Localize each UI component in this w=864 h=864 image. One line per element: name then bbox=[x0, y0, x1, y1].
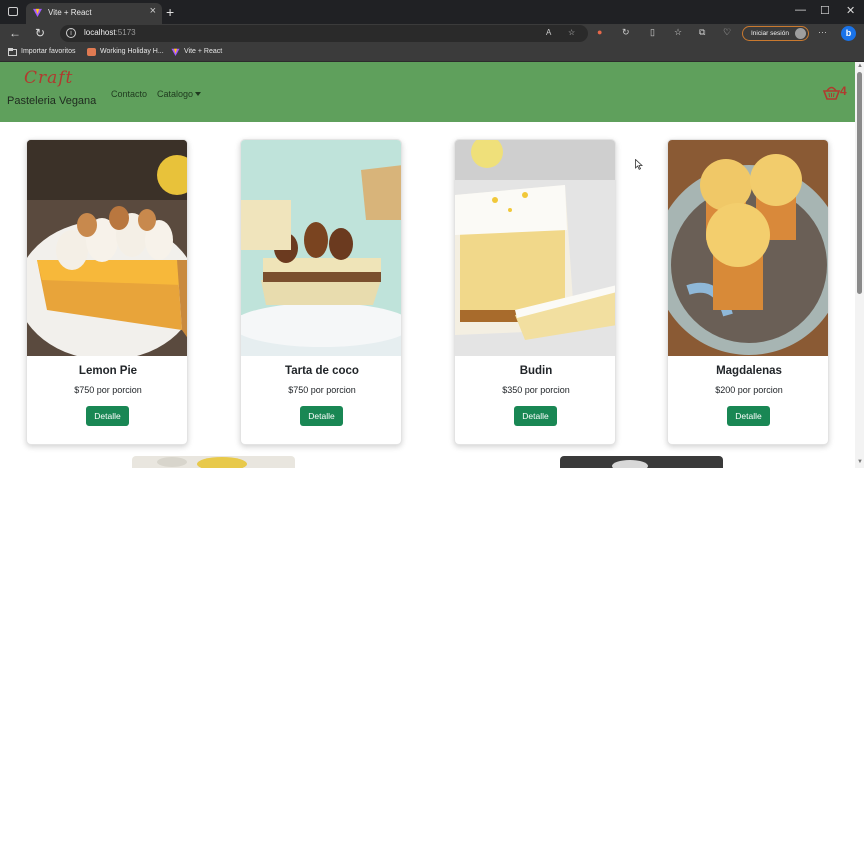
brand-subtitle: Pasteleria Vegana bbox=[7, 95, 97, 107]
bookmark-working-holiday[interactable]: Working Holiday H... bbox=[100, 48, 164, 55]
tarta-coco-image bbox=[241, 140, 401, 356]
new-tab-icon[interactable]: + bbox=[166, 3, 174, 21]
signin-button[interactable]: Iniciar sesión bbox=[742, 26, 809, 41]
heart-icon[interactable]: ♡ bbox=[723, 27, 731, 38]
product-card: Tarta de coco $750 por porcion Detalle bbox=[240, 139, 402, 445]
nav-contacto[interactable]: Contacto bbox=[111, 89, 147, 99]
collections-icon[interactable]: ⧉ bbox=[699, 27, 705, 38]
read-aloud-icon[interactable]: A bbox=[546, 28, 551, 37]
url-input[interactable]: i localhost:5173 A ☆ bbox=[60, 25, 588, 42]
product-image-peek bbox=[132, 456, 295, 468]
more-options-icon[interactable]: ··· bbox=[818, 27, 827, 37]
page-scrollbar[interactable]: ▲ ▼ bbox=[855, 62, 864, 468]
scroll-thumb[interactable] bbox=[857, 72, 862, 294]
detail-button[interactable]: Detalle bbox=[300, 406, 343, 426]
next-row-card-peek bbox=[560, 456, 723, 468]
product-card: Lemon Pie $750 por porcion Detalle bbox=[26, 139, 188, 445]
browser-tab[interactable]: Vite + React × bbox=[26, 3, 162, 24]
product-price: $750 por porcion bbox=[288, 385, 356, 395]
favorites-icon[interactable]: ☆ bbox=[674, 27, 682, 38]
mouse-cursor-icon bbox=[635, 159, 643, 170]
cart-count: 4 bbox=[840, 84, 847, 98]
brand-logo[interactable]: Craft bbox=[24, 68, 73, 88]
tab-bar: Vite + React × + — ☐ ✕ bbox=[0, 0, 864, 24]
bookmarks-bar: Importar favoritos Working Holiday H... … bbox=[0, 43, 864, 62]
scroll-down-icon[interactable]: ▼ bbox=[857, 459, 863, 465]
page-content: Craft Pasteleria Vegana Contacto Catalog… bbox=[0, 62, 855, 468]
copilot-icon[interactable]: b bbox=[841, 26, 856, 41]
product-card: Budin $350 por porcion Detalle bbox=[454, 139, 616, 445]
split-screen-icon[interactable]: ▯ bbox=[650, 27, 655, 38]
product-image-peek bbox=[560, 456, 723, 468]
close-tab-icon[interactable]: × bbox=[150, 5, 156, 17]
product-name: Magdalenas bbox=[716, 365, 782, 377]
vite-icon bbox=[33, 8, 42, 17]
lemon-pie-image bbox=[27, 140, 187, 356]
extension-icon[interactable]: ● bbox=[597, 27, 602, 37]
nav-catalogo-dropdown[interactable]: Catalogo bbox=[157, 89, 202, 99]
window-menu-icon[interactable] bbox=[8, 7, 18, 16]
browser-window: Vite + React × + — ☐ ✕ ← ↻ i localhost:5… bbox=[0, 0, 864, 468]
detail-button[interactable]: Detalle bbox=[727, 406, 770, 426]
tab-title: Vite + React bbox=[48, 8, 92, 17]
product-name: Budin bbox=[519, 365, 553, 377]
url-text: localhost:5173 bbox=[84, 28, 136, 37]
product-price: $350 por porcion bbox=[502, 385, 570, 395]
reload-icon[interactable]: ↻ bbox=[35, 26, 45, 40]
avatar bbox=[795, 28, 806, 39]
caret-down-icon bbox=[195, 92, 202, 96]
detail-button[interactable]: Detalle bbox=[514, 406, 557, 426]
close-window-icon[interactable]: ✕ bbox=[846, 4, 855, 17]
product-name: Lemon Pie bbox=[78, 365, 138, 377]
product-name: Tarta de coco bbox=[285, 365, 359, 377]
next-row-card-peek bbox=[132, 456, 295, 468]
site-info-icon[interactable]: i bbox=[66, 28, 76, 38]
product-price: $200 por porcion bbox=[715, 385, 783, 395]
budin-image bbox=[455, 140, 615, 356]
detail-button[interactable]: Detalle bbox=[86, 406, 129, 426]
maximize-icon[interactable]: ☐ bbox=[820, 4, 830, 17]
bookmark-favicon-icon bbox=[87, 48, 96, 56]
refresh-extension-icon[interactable]: ↻ bbox=[622, 27, 630, 38]
scroll-up-icon[interactable]: ▲ bbox=[857, 63, 863, 69]
product-card: Magdalenas $200 por porcion Detalle bbox=[667, 139, 829, 445]
magdalenas-image bbox=[668, 140, 828, 356]
minimize-icon[interactable]: — bbox=[795, 4, 806, 16]
favorite-star-icon[interactable]: ☆ bbox=[568, 28, 575, 37]
site-navbar: Craft Pasteleria Vegana Contacto Catalog… bbox=[0, 62, 855, 122]
bookmark-import[interactable]: Importar favoritos bbox=[21, 48, 75, 55]
back-icon[interactable]: ← bbox=[9, 26, 21, 40]
signin-label: Iniciar sesión bbox=[751, 30, 789, 37]
bookmark-vite-react[interactable]: Vite + React bbox=[184, 48, 222, 55]
folder-icon bbox=[8, 48, 17, 56]
product-price: $750 por porcion bbox=[74, 385, 142, 395]
cart-basket-icon bbox=[822, 86, 841, 100]
vite-icon bbox=[171, 48, 180, 56]
cart-widget[interactable]: 4 bbox=[822, 84, 853, 101]
address-bar: ← ↻ i localhost:5173 A ☆ ● ↻ ▯ ☆ ⧉ ♡ Ini… bbox=[0, 24, 864, 43]
